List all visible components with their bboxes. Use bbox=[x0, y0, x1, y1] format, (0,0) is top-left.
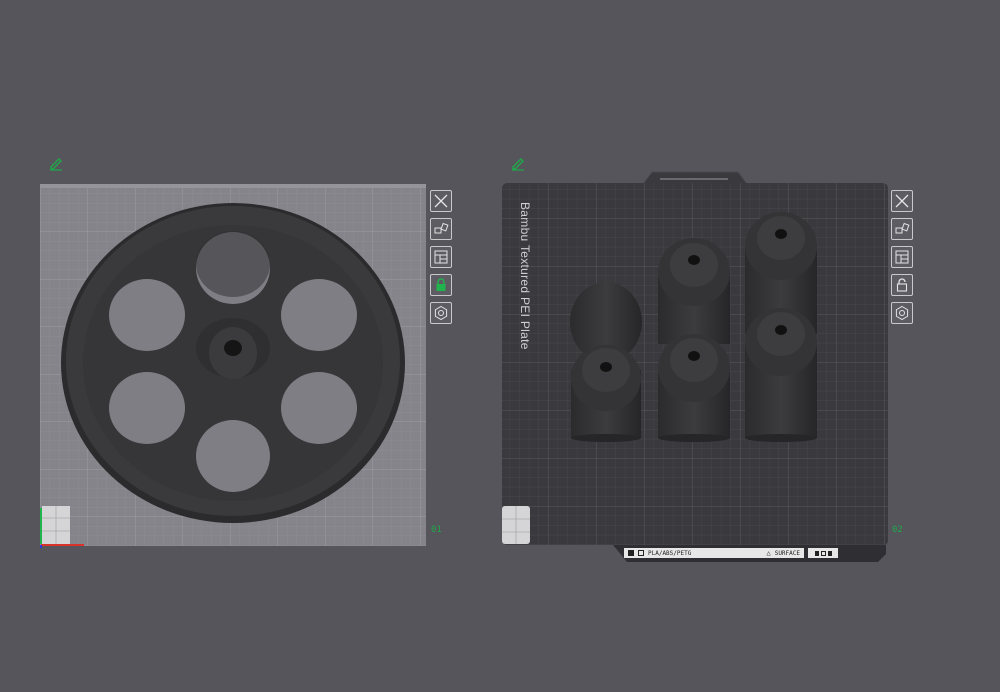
settings-icon bbox=[895, 305, 909, 321]
qr-icon bbox=[628, 550, 634, 556]
auto-orient-icon bbox=[895, 222, 910, 234]
plate-1[interactable] bbox=[0, 0, 1, 1]
edit-plate-2-icon[interactable] bbox=[510, 155, 526, 171]
arrange-icon bbox=[895, 250, 909, 264]
axis-indicator bbox=[40, 506, 84, 548]
wheel-model[interactable] bbox=[60, 202, 406, 524]
lock-plate-button[interactable] bbox=[891, 274, 913, 296]
cylinder-parts-model[interactable] bbox=[568, 210, 820, 442]
arrange-icon bbox=[434, 250, 448, 264]
remove-plate-button[interactable] bbox=[430, 190, 452, 212]
plate-settings-button[interactable] bbox=[430, 302, 452, 324]
arrange-button[interactable] bbox=[430, 246, 452, 268]
auto-orient-button[interactable] bbox=[430, 218, 452, 240]
settings-icon bbox=[434, 305, 448, 321]
nameplate-icons bbox=[808, 548, 838, 558]
lock-plate-button[interactable] bbox=[430, 274, 452, 296]
plate-nameplate: PLA/ABS/PETG △ SURFACE bbox=[624, 548, 804, 558]
lock-icon bbox=[436, 278, 446, 291]
nameplate-left-text: PLA/ABS/PETG bbox=[648, 549, 692, 557]
plate-2-toolbar bbox=[891, 190, 915, 324]
auto-orient-icon bbox=[434, 222, 449, 234]
edit-plate-1-icon[interactable] bbox=[48, 155, 64, 171]
plate-1-toolbar bbox=[430, 190, 454, 324]
auto-orient-button[interactable] bbox=[891, 218, 913, 240]
nameplate-right-text: SURFACE bbox=[774, 549, 800, 557]
arrange-button[interactable] bbox=[891, 246, 913, 268]
plate-settings-button[interactable] bbox=[891, 302, 913, 324]
warning-icon: △ bbox=[766, 549, 771, 557]
close-icon bbox=[895, 194, 909, 208]
plate-2-number: 02 bbox=[892, 525, 903, 535]
remove-plate-button[interactable] bbox=[891, 190, 913, 212]
unlock-icon bbox=[896, 278, 908, 292]
qr-icon bbox=[638, 550, 644, 556]
plate-1-number: 01 bbox=[431, 525, 442, 535]
bed-type-label: Bambu Textured PEI Plate bbox=[518, 202, 532, 350]
close-icon bbox=[434, 194, 448, 208]
view-cube-indicator bbox=[502, 506, 530, 544]
